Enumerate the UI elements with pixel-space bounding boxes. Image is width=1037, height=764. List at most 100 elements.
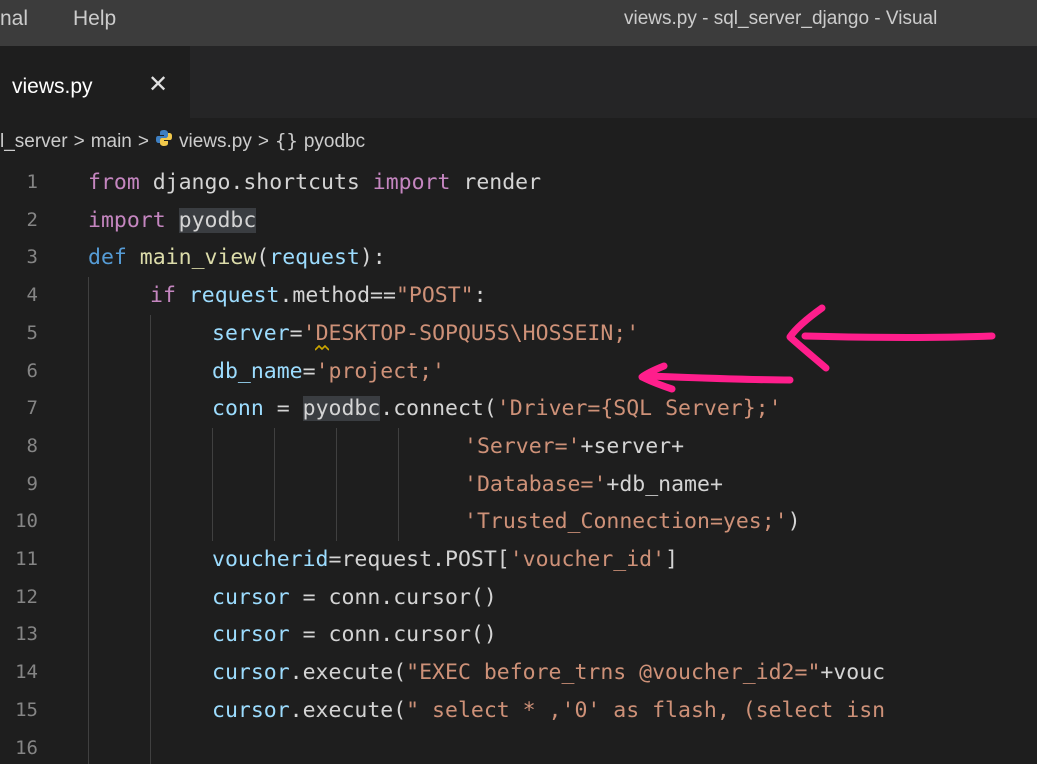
code-token: ( (256, 245, 270, 271)
breadcrumb: l_server > main > views.py >{} pyodbc (0, 124, 1037, 158)
line-number: 12 (15, 585, 38, 608)
code-text: 'Trusted_Connection=yes;') (464, 503, 801, 540)
code-token: request (269, 245, 360, 271)
code-line[interactable]: 8 'Server='+server+ (0, 428, 1037, 465)
code-line[interactable]: 12 cursor = conn.cursor() (0, 579, 1037, 616)
breadcrumb-item-file[interactable]: views.py (179, 125, 252, 159)
code-token: +vouc (820, 660, 886, 686)
code-line[interactable]: 13 cursor = conn.cursor() (0, 616, 1037, 653)
indent-guide (398, 427, 399, 541)
menu-help[interactable]: Help (73, 6, 116, 32)
code-token: main_view (139, 245, 257, 271)
code-text: def main_view(request): (88, 239, 386, 276)
code-token: +db_name+ (606, 471, 723, 497)
code-token: request (188, 283, 280, 309)
indent-guide (274, 427, 275, 541)
code-text: import pyodbc (88, 202, 257, 239)
code-token: .execute( (289, 697, 407, 723)
code-text: db_name='project;' (212, 353, 445, 390)
code-line[interactable]: 4 if request.method=="POST": (0, 277, 1037, 314)
code-token: : (473, 283, 487, 309)
code-line[interactable]: 1 from django.shortcuts import render (0, 164, 1037, 201)
breadcrumb-item-symbol[interactable]: pyodbc (304, 125, 365, 159)
code-token: = conn.cursor() (289, 584, 497, 610)
code-token: .method== (279, 283, 396, 309)
indent-guide (336, 427, 337, 541)
line-number: 3 (26, 246, 38, 269)
code-token: 'project;' (315, 358, 446, 384)
breadcrumb-item-folder[interactable]: l_server (0, 125, 68, 159)
warning-squiggle (315, 344, 329, 351)
code-line[interactable]: 2 import pyodbc (0, 202, 1037, 239)
line-number: 10 (15, 510, 38, 533)
code-text: 'Database='+db_name+ (464, 466, 723, 503)
line-number: 13 (15, 623, 38, 646)
tab-bar: views.py ✕ (0, 46, 1037, 118)
python-file-icon (155, 125, 173, 159)
code-token: = (302, 358, 316, 384)
code-token: if (150, 283, 176, 309)
code-token: voucherid (212, 547, 329, 572)
code-token: 'Database=' (464, 471, 607, 497)
chevron-right-icon: > (257, 131, 269, 152)
tab-views-py[interactable]: views.py ✕ (0, 46, 190, 118)
code-line[interactable]: 5 server='DESKTOP-SOPQU5S\HOSSEIN;' (0, 315, 1037, 352)
indent-guide (150, 314, 151, 764)
code-token: cursor (212, 622, 290, 648)
chevron-right-icon: > (137, 131, 149, 152)
code-token: 'Server=' (464, 433, 581, 459)
code-token: import (372, 170, 451, 195)
code-text: cursor.execute(" select * ,'0' as flash,… (212, 692, 885, 729)
code-token: = conn.cursor() (289, 622, 497, 648)
code-token: = (263, 396, 303, 422)
code-token: 'Driver={SQL Server};' (496, 396, 782, 422)
breadcrumb-item-main[interactable]: main (91, 125, 132, 159)
code-line[interactable]: 11 voucherid=request.POST['voucher_id'] (0, 541, 1037, 578)
line-number: 5 (26, 321, 38, 344)
code-text: from django.shortcuts import render (88, 164, 541, 201)
code-token: django.shortcuts (139, 170, 373, 195)
code-token: conn (212, 396, 264, 422)
code-token: 'voucher_id' (509, 547, 666, 572)
chevron-right-icon: > (73, 131, 85, 152)
code-line[interactable]: 14 cursor.execute("EXEC before_trns @vouc… (0, 654, 1037, 691)
line-number: 9 (26, 472, 38, 495)
line-number: 14 (15, 661, 38, 684)
menu-terminal[interactable]: nal (0, 6, 28, 32)
indent-guide (88, 277, 89, 764)
line-number: 8 (26, 434, 38, 457)
code-editor[interactable]: 1 from django.shortcuts import render 2 imp… (0, 164, 1037, 764)
code-token: cursor (212, 584, 290, 610)
code-line[interactable]: 16 (0, 730, 1037, 764)
line-number: 7 (26, 397, 38, 420)
line-number: 1 (26, 171, 38, 193)
code-token: cursor (212, 697, 290, 723)
code-token: ] (665, 547, 679, 572)
code-token: =request.POST[ (328, 547, 510, 572)
code-token: ): (359, 245, 386, 271)
code-token: +server+ (580, 433, 685, 459)
close-icon[interactable]: ✕ (148, 71, 168, 99)
line-number: 6 (26, 359, 38, 382)
code-token: pyodbc (178, 207, 257, 233)
line-number: 15 (15, 698, 38, 721)
code-text: if request.method=="POST": (150, 277, 487, 314)
code-token: from (88, 170, 140, 195)
code-text: conn = pyodbc.connect('Driver={SQL Serve… (212, 390, 782, 427)
code-line[interactable]: 3 def main_view(request): (0, 239, 1037, 276)
code-token: pyodbc (302, 396, 381, 422)
indent-guide (212, 427, 213, 541)
line-number: 2 (26, 208, 38, 231)
code-line[interactable]: 7 conn = pyodbc.connect('Driver={SQL Serv… (0, 390, 1037, 427)
code-token: ) (787, 509, 801, 535)
code-token: def (88, 245, 127, 271)
code-text: voucherid=request.POST['voucher_id'] (212, 541, 678, 578)
code-token: db_name (212, 358, 303, 384)
code-token: "EXEC before_trns @voucher_id2=" (406, 660, 821, 686)
code-line[interactable]: 10 'Trusted_Connection=yes;') (0, 503, 1037, 540)
line-number: 16 (15, 736, 38, 759)
code-line[interactable]: 15 cursor.execute(" select * ,'0' as flas… (0, 692, 1037, 729)
code-line[interactable]: 9 'Database='+db_name+ (0, 466, 1037, 503)
code-line[interactable]: 6 db_name='project;' (0, 353, 1037, 390)
